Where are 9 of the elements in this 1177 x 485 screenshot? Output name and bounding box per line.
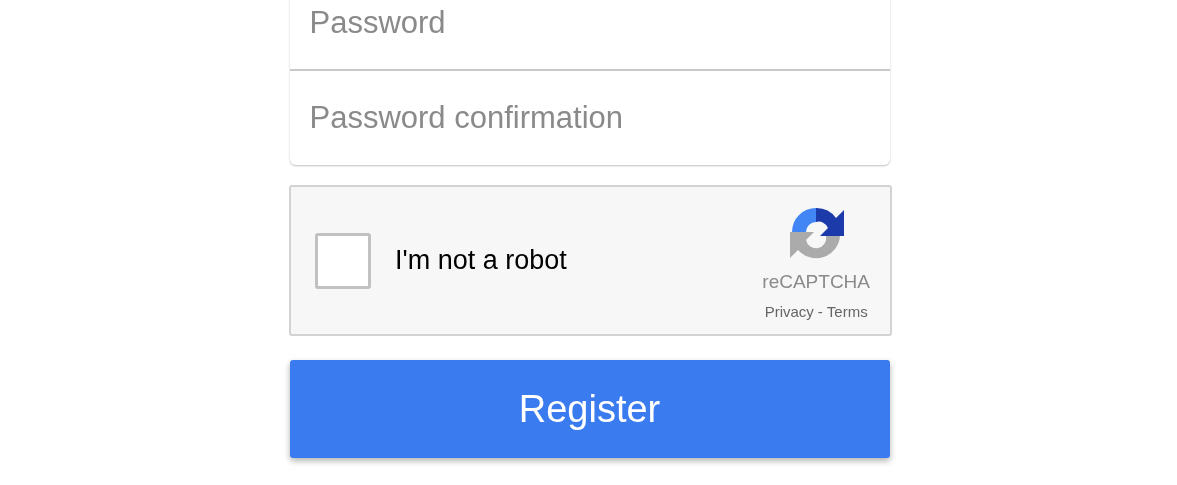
password-field[interactable]: Password — [289, 0, 890, 71]
register-button[interactable]: Register — [289, 360, 890, 458]
password-field[interactable]: Password confirmation — [289, 71, 890, 165]
terms-link[interactable]: Terms — [826, 300, 868, 323]
captcha-checkbox[interactable] — [315, 232, 371, 289]
captcha-label: I'm not a robot — [395, 244, 567, 278]
privacy-link[interactable]: Privacy — [764, 300, 814, 323]
captcha-brand: reCAPTCHA — [762, 270, 870, 294]
link-separator: - — [817, 301, 823, 322]
